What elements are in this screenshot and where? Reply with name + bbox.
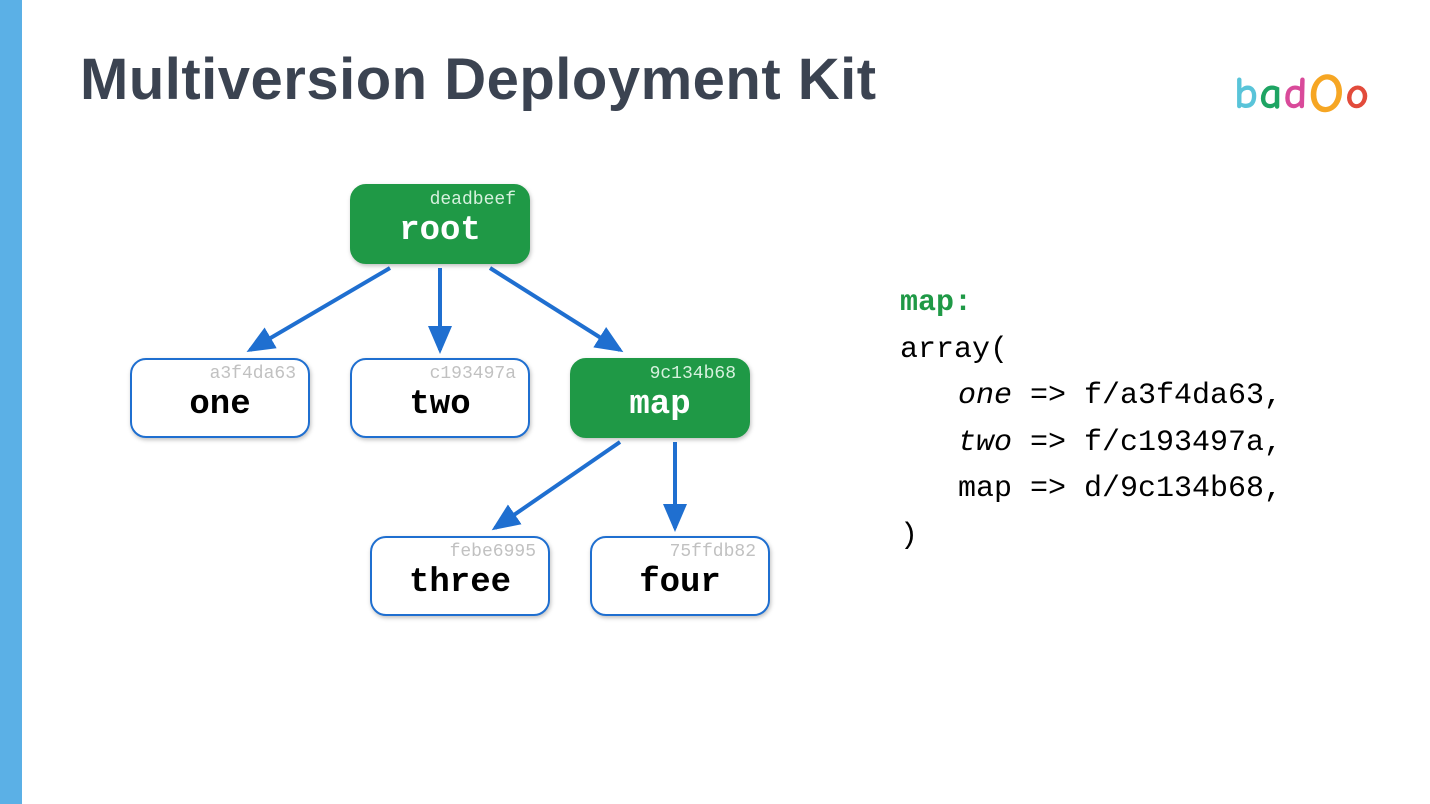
node-map-hash: 9c134b68	[650, 364, 736, 384]
node-one: a3f4da63 one	[130, 358, 310, 438]
code-array-open: array(	[900, 327, 1282, 374]
code-array-close: )	[900, 513, 1282, 560]
node-three: febe6995 three	[370, 536, 550, 616]
code-line3-key: map	[958, 472, 1012, 506]
code-block: map: array( one => f/a3f4da63, two => f/…	[900, 280, 1282, 559]
node-four-hash: 75ffdb82	[670, 542, 756, 562]
slide-title: Multiversion Deployment Kit	[80, 46, 877, 113]
node-root: deadbeef root	[350, 184, 530, 264]
logo-letter-o1: O	[1308, 62, 1345, 126]
node-two-label: two	[352, 386, 528, 424]
node-two-hash: c193497a	[430, 364, 516, 384]
logo-letter-o2: o	[1345, 67, 1370, 120]
node-map: 9c134b68 map	[570, 358, 750, 438]
code-line2-val: => f/c193497a,	[1012, 426, 1282, 460]
code-line1-key: one	[958, 379, 1012, 413]
badoo-logo: badOo	[1234, 58, 1370, 122]
node-root-label: root	[352, 212, 528, 250]
node-three-label: three	[372, 564, 548, 602]
logo-letter-d: d	[1283, 67, 1308, 120]
node-two: c193497a two	[350, 358, 530, 438]
node-three-hash: febe6995	[450, 542, 536, 562]
node-four: 75ffdb82 four	[590, 536, 770, 616]
code-line1-val: => f/a3f4da63,	[1012, 379, 1282, 413]
code-line2-key: two	[958, 426, 1012, 460]
logo-letter-b: b	[1234, 67, 1259, 120]
tree-diagram: deadbeef root a3f4da63 one c193497a two …	[80, 170, 860, 690]
node-one-hash: a3f4da63	[210, 364, 296, 384]
logo-letter-a: a	[1259, 67, 1283, 120]
code-header: map:	[900, 286, 972, 320]
accent-bar	[0, 0, 22, 804]
node-root-hash: deadbeef	[430, 190, 516, 210]
code-line3-val: => d/9c134b68,	[1012, 472, 1282, 506]
node-four-label: four	[592, 564, 768, 602]
node-map-label: map	[572, 386, 748, 424]
node-one-label: one	[132, 386, 308, 424]
